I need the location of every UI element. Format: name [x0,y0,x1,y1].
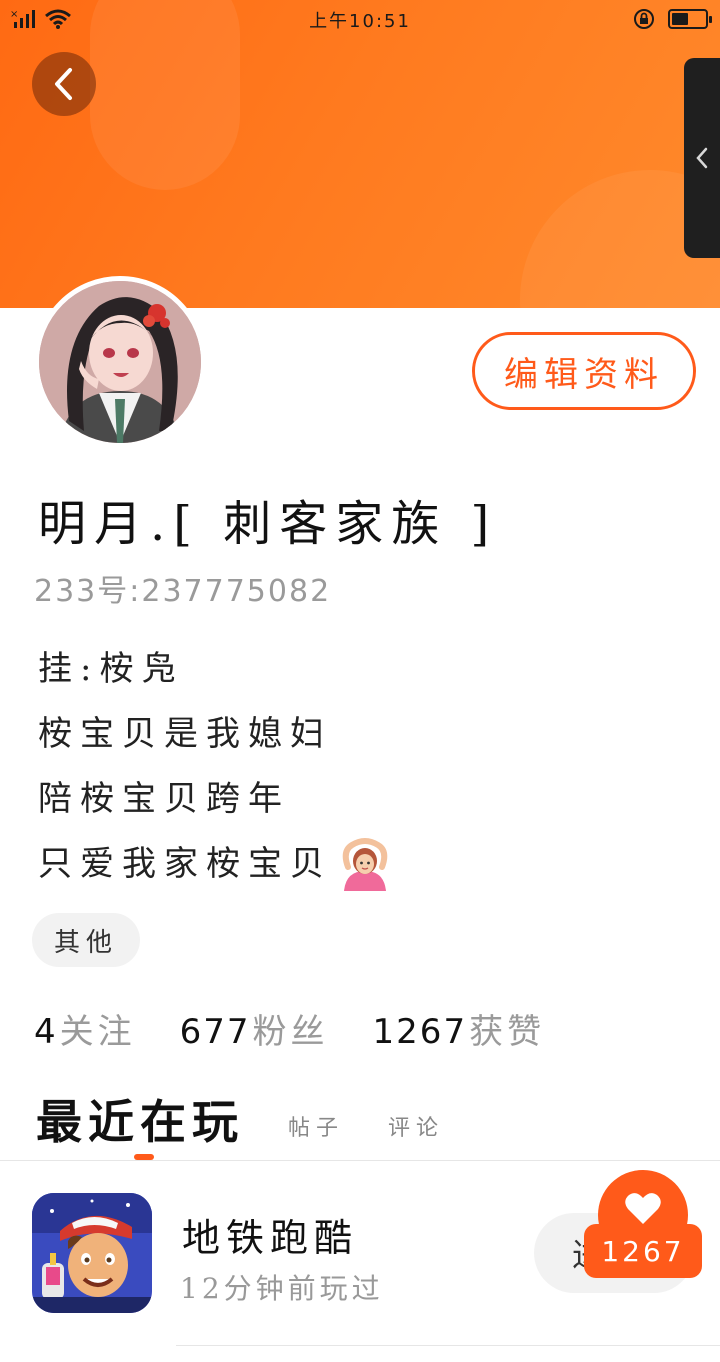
battery-icon [668,9,712,29]
bio-text: 桉宝贝是我媳妇 [38,713,332,754]
back-button[interactable] [32,52,96,116]
bio-text: 挂:桉凫 [38,648,184,689]
profile-banner [0,0,720,308]
likes-stat[interactable]: 1267 获赞 [373,1004,546,1053]
nickname: 明月.[ 刺客家族 ] [38,496,498,552]
status-bar: × 上午10:51 [0,0,720,38]
tab-recent-played[interactable]: 最近在玩 [36,1086,244,1152]
battery-fill [672,13,688,25]
profile-tabs: 最近在玩 帖子 评论 [36,1086,488,1152]
avatar-image [39,281,201,443]
fans-stat[interactable]: 677 粉丝 [180,1004,329,1053]
subway-surfers-icon [32,1193,152,1313]
likes-label: 获赞 [469,1012,546,1052]
following-count: 4 [34,1012,58,1052]
like-count-badge: 1267 [584,1224,702,1278]
likes-count: 1267 [372,1012,468,1052]
bio-line: 陪桉宝贝跨年 [38,766,678,831]
interest-tag[interactable]: 其他 [32,913,140,967]
fans-count: 677 [179,1012,251,1052]
bio-text: 只爱我家桉宝贝 [38,843,332,884]
game-last-played: 12分钟前玩过 [180,1272,384,1305]
chevron-left-icon [696,147,708,169]
status-time: 上午10:51 [309,11,411,32]
heart-icon [625,1193,661,1224]
bio: 挂:桉凫 桉宝贝是我媳妇 陪桉宝贝跨年 只爱我家桉宝贝 [38,636,678,896]
bio-text: 陪桉宝贝跨年 [38,778,290,819]
following-label: 关注 [59,1012,136,1052]
bio-line: 桉宝贝是我媳妇 [38,701,678,766]
status-right [632,7,712,31]
user-id: 233号:237775082 [34,574,332,609]
bio-line: 挂:桉凫 [38,636,678,701]
tab-posts[interactable]: 帖子 [288,1110,344,1152]
rotation-lock-icon [634,9,654,29]
tab-comments[interactable]: 评论 [388,1110,444,1152]
game-icon[interactable] [32,1193,152,1313]
edit-profile-button[interactable]: 编辑资料 [472,332,696,410]
stats: 4 关注 677 粉丝 1267 获赞 [34,1004,545,1053]
bio-line: 只爱我家桉宝贝 [38,831,678,896]
avatar[interactable] [34,276,206,448]
side-drawer-handle[interactable] [684,58,720,258]
following-stat[interactable]: 4 关注 [34,1004,136,1053]
game-name: 地铁跑酷 [182,1216,359,1260]
chevron-left-icon [55,68,72,100]
divider [176,1345,720,1346]
person-gesturing-ok-emoji [342,837,388,891]
fans-label: 粉丝 [252,1012,329,1052]
